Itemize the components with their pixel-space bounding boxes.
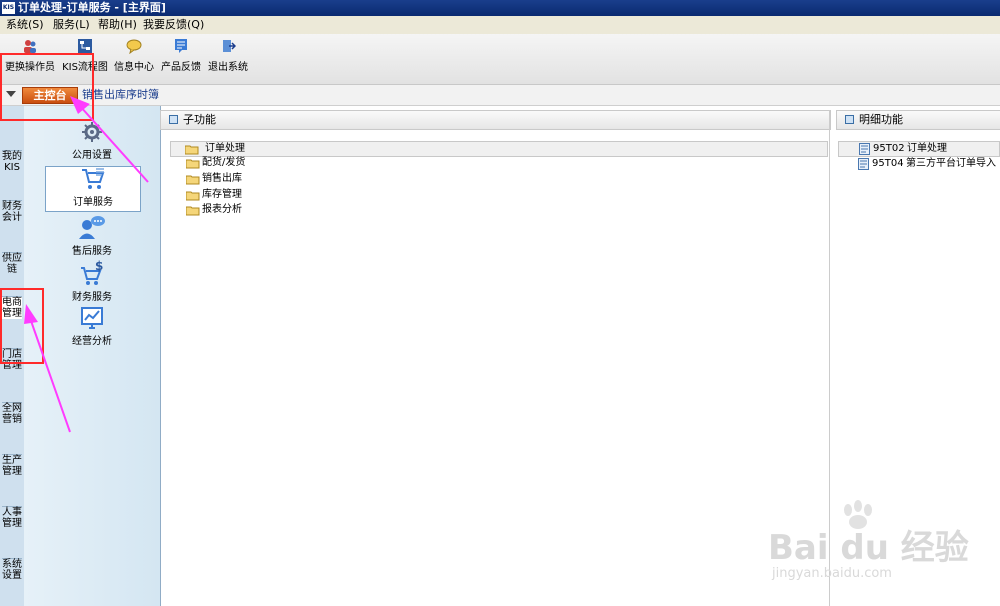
watermark-url: jingyan.baidu.com xyxy=(772,566,892,581)
watermark-brand: Bai du 经验 xyxy=(768,528,969,568)
annotation-arrow-ecommerce xyxy=(24,304,71,433)
baidu-watermark: Bai du 经验 jingyan.baidu.com xyxy=(768,500,988,590)
annotation-arrow-main-tab xyxy=(70,96,149,183)
